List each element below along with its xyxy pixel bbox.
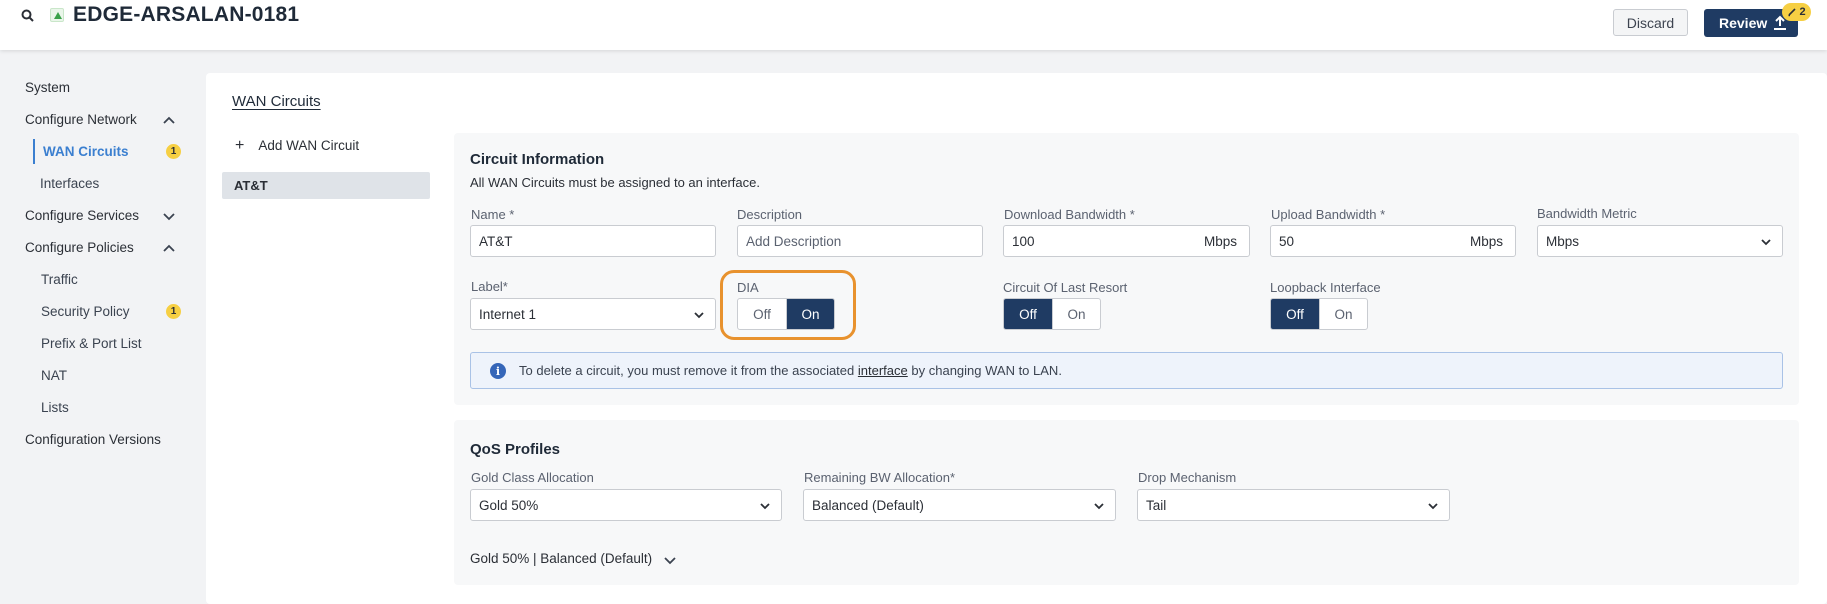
page-title: EDGE-ARSALAN-0181 (73, 3, 300, 26)
info-icon: i (490, 363, 506, 379)
sidebar-item-configure-policies[interactable]: Configure Policies (25, 240, 134, 255)
dia-on-option[interactable]: On (786, 299, 834, 329)
drop-mechanism-label: Drop Mechanism (1138, 470, 1237, 485)
chevron-down-icon (1094, 503, 1104, 510)
loopback-interface-label: Loopback Interface (1270, 280, 1381, 295)
chevron-down-icon (1761, 239, 1771, 246)
info-banner: i To delete a circuit, you must remove i… (470, 352, 1783, 389)
info-text-after: by changing WAN to LAN. (911, 363, 1062, 378)
chevron-down-icon (1428, 503, 1438, 510)
upload-unit: Mbps (1470, 234, 1504, 249)
sidebar-item-traffic[interactable]: Traffic (41, 272, 78, 287)
search-icon[interactable] (20, 8, 36, 24)
circuit-last-resort-toggle[interactable]: Off On (1003, 298, 1101, 330)
label-label: Label* (471, 279, 508, 294)
upload-bandwidth-label: Upload Bandwidth * (1271, 207, 1386, 222)
sidebar-item-prefix-port-list[interactable]: Prefix & Port List (41, 336, 142, 351)
sidebar-item-lists[interactable]: Lists (41, 400, 69, 415)
bandwidth-metric-label: Bandwidth Metric (1537, 206, 1637, 221)
device-status-up-icon (50, 8, 64, 22)
interface-link[interactable]: interface (858, 363, 908, 378)
last-resort-off-option[interactable]: Off (1004, 299, 1052, 329)
loopback-off-option[interactable]: Off (1271, 299, 1319, 329)
sidebar-item-wan-circuits[interactable]: WAN Circuits (43, 144, 129, 159)
chevron-down-icon (760, 503, 770, 510)
remaining-bw-select[interactable]: Balanced (Default) (803, 489, 1116, 521)
gold-class-label: Gold Class Allocation (471, 470, 594, 485)
info-text-before: To delete a circuit, you must remove it … (519, 363, 855, 378)
sidebar-item-security-policy[interactable]: Security Policy (41, 304, 130, 319)
security-policy-badge: 1 (166, 304, 181, 319)
remaining-bw-value: Balanced (Default) (812, 498, 924, 513)
sidebar-item-configuration-versions[interactable]: Configuration Versions (25, 432, 161, 447)
loopback-on-option[interactable]: On (1319, 299, 1367, 329)
drop-mechanism-select[interactable]: Tail (1137, 489, 1450, 521)
section-title: WAN Circuits (232, 93, 321, 110)
qos-profiles-title: QoS Profiles (470, 441, 561, 458)
add-wan-circuit-label: Add WAN Circuit (258, 138, 360, 153)
remaining-bw-label: Remaining BW Allocation* (804, 470, 956, 485)
chevron-down-icon (664, 557, 676, 565)
chevron-down-icon[interactable] (162, 209, 176, 223)
sidebar-item-nat[interactable]: NAT (41, 368, 67, 383)
download-unit: Mbps (1204, 234, 1238, 249)
info-text: To delete a circuit, you must remove it … (519, 363, 1062, 378)
pencil-icon (1788, 8, 1797, 17)
dia-off-option[interactable]: Off (738, 299, 786, 329)
sidebar-item-configure-services[interactable]: Configure Services (25, 208, 139, 223)
active-indicator (33, 139, 35, 164)
label-select[interactable]: Internet 1 (470, 298, 716, 330)
bandwidth-metric-select[interactable]: Mbps (1537, 225, 1783, 257)
add-wan-circuit-button[interactable]: + Add WAN Circuit (235, 137, 359, 155)
review-button-label: Review (1719, 15, 1768, 31)
description-input[interactable] (737, 225, 983, 257)
bandwidth-metric-value: Mbps (1546, 234, 1580, 249)
name-label: Name * (471, 207, 515, 222)
circuit-information-title: Circuit Information (470, 151, 605, 168)
loopback-interface-toggle[interactable]: Off On (1270, 298, 1368, 330)
dia-label: DIA (737, 280, 759, 295)
sidebar-item-system[interactable]: System (25, 80, 70, 95)
qos-summary-text: Gold 50% | Balanced (Default) (470, 551, 653, 566)
plus-icon: + (235, 137, 245, 154)
circuit-last-resort-label: Circuit Of Last Resort (1003, 280, 1128, 295)
pending-count: 2 (1799, 6, 1806, 18)
circuit-information-subtitle: All WAN Circuits must be assigned to an … (470, 175, 760, 190)
last-resort-on-option[interactable]: On (1052, 299, 1100, 329)
chevron-up-icon[interactable] (162, 241, 176, 255)
dia-toggle[interactable]: Off On (737, 298, 835, 330)
qos-summary-toggle[interactable]: Gold 50% | Balanced (Default) (470, 551, 676, 566)
top-header: EDGE-ARSALAN-0181 Discard Review 2 (0, 0, 1827, 50)
name-input[interactable] (470, 225, 716, 257)
pending-changes-badge: 2 (1782, 3, 1811, 21)
circuit-list-item[interactable]: AT&T (222, 172, 430, 199)
gold-class-value: Gold 50% (479, 498, 539, 513)
wan-circuits-badge: 1 (166, 144, 181, 159)
description-label: Description (737, 207, 803, 222)
sidebar (0, 50, 205, 604)
sidebar-item-configure-network[interactable]: Configure Network (25, 112, 137, 127)
gold-class-select[interactable]: Gold 50% (470, 489, 782, 521)
drop-mechanism-value: Tail (1146, 498, 1167, 513)
discard-button[interactable]: Discard (1613, 9, 1688, 36)
download-bandwidth-label: Download Bandwidth * (1004, 207, 1135, 222)
chevron-down-icon (694, 312, 704, 319)
chevron-up-icon[interactable] (162, 113, 176, 127)
sidebar-item-interfaces[interactable]: Interfaces (40, 176, 99, 191)
label-value: Internet 1 (479, 307, 537, 322)
